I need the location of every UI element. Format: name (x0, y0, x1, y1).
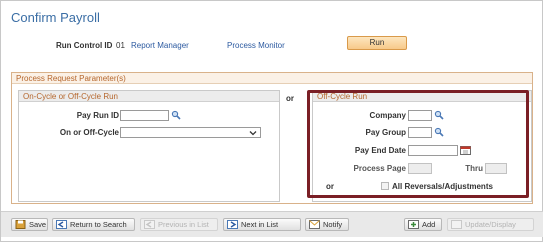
next-in-list-icon (227, 220, 238, 229)
previous-in-list-button[interactable]: Previous in List (140, 218, 218, 231)
add-button[interactable]: Add (404, 218, 442, 231)
return-to-search-button[interactable]: Return to Search (52, 218, 135, 231)
update-display-icon (451, 220, 462, 229)
report-manager-link[interactable]: Report Manager (131, 41, 189, 50)
run-button[interactable]: Run (347, 36, 407, 50)
on-or-off-cycle-label: On or Off-Cycle (59, 128, 119, 137)
off-cycle-highlight-box (307, 90, 529, 198)
or-label-between-sections: or (286, 94, 294, 103)
return-to-search-label: Return to Search (70, 220, 127, 229)
notify-icon (309, 220, 320, 229)
pay-run-id-label: Pay Run ID (76, 111, 119, 120)
run-control-id-value: 01 (116, 41, 125, 50)
process-monitor-link[interactable]: Process Monitor (227, 41, 285, 50)
notify-label: Notify (323, 220, 343, 229)
next-in-list-button[interactable]: Next in List (223, 218, 301, 231)
run-control-id-label: Run Control ID (56, 41, 113, 50)
next-in-list-label: Next in List (241, 220, 279, 229)
on-cycle-header: On-Cycle or Off-Cycle Run (19, 91, 279, 102)
pay-run-id-input[interactable] (120, 110, 169, 121)
on-cycle-section: On-Cycle or Off-Cycle Run Pay Run ID On … (18, 90, 280, 202)
save-label: Save (29, 220, 47, 229)
update-display-button[interactable]: Update/Display (447, 218, 534, 231)
chevron-down-icon (249, 129, 257, 139)
notify-button[interactable]: Notify (305, 218, 349, 231)
save-icon (15, 220, 26, 229)
update-display-label: Update/Display (465, 220, 516, 229)
process-request-header: Process Request Parameter(s) (12, 73, 532, 84)
previous-in-list-icon (144, 220, 155, 229)
save-button[interactable]: Save (11, 218, 48, 231)
page-title: Confirm Payroll (11, 10, 100, 25)
return-to-search-icon (56, 220, 67, 229)
add-icon (408, 220, 419, 229)
bottom-toolbar: Save Return to Search Previous in List N… (1, 211, 543, 237)
confirm-payroll-page: Confirm Payroll Run Control ID 01 Report… (0, 0, 543, 242)
pay-run-id-lookup-icon[interactable] (171, 110, 181, 120)
add-label: Add (422, 220, 436, 229)
run-control-row: Run Control ID 01 Report Manager Process… (1, 41, 542, 53)
on-or-off-cycle-select[interactable] (120, 127, 261, 138)
previous-in-list-label: Previous in List (158, 220, 209, 229)
